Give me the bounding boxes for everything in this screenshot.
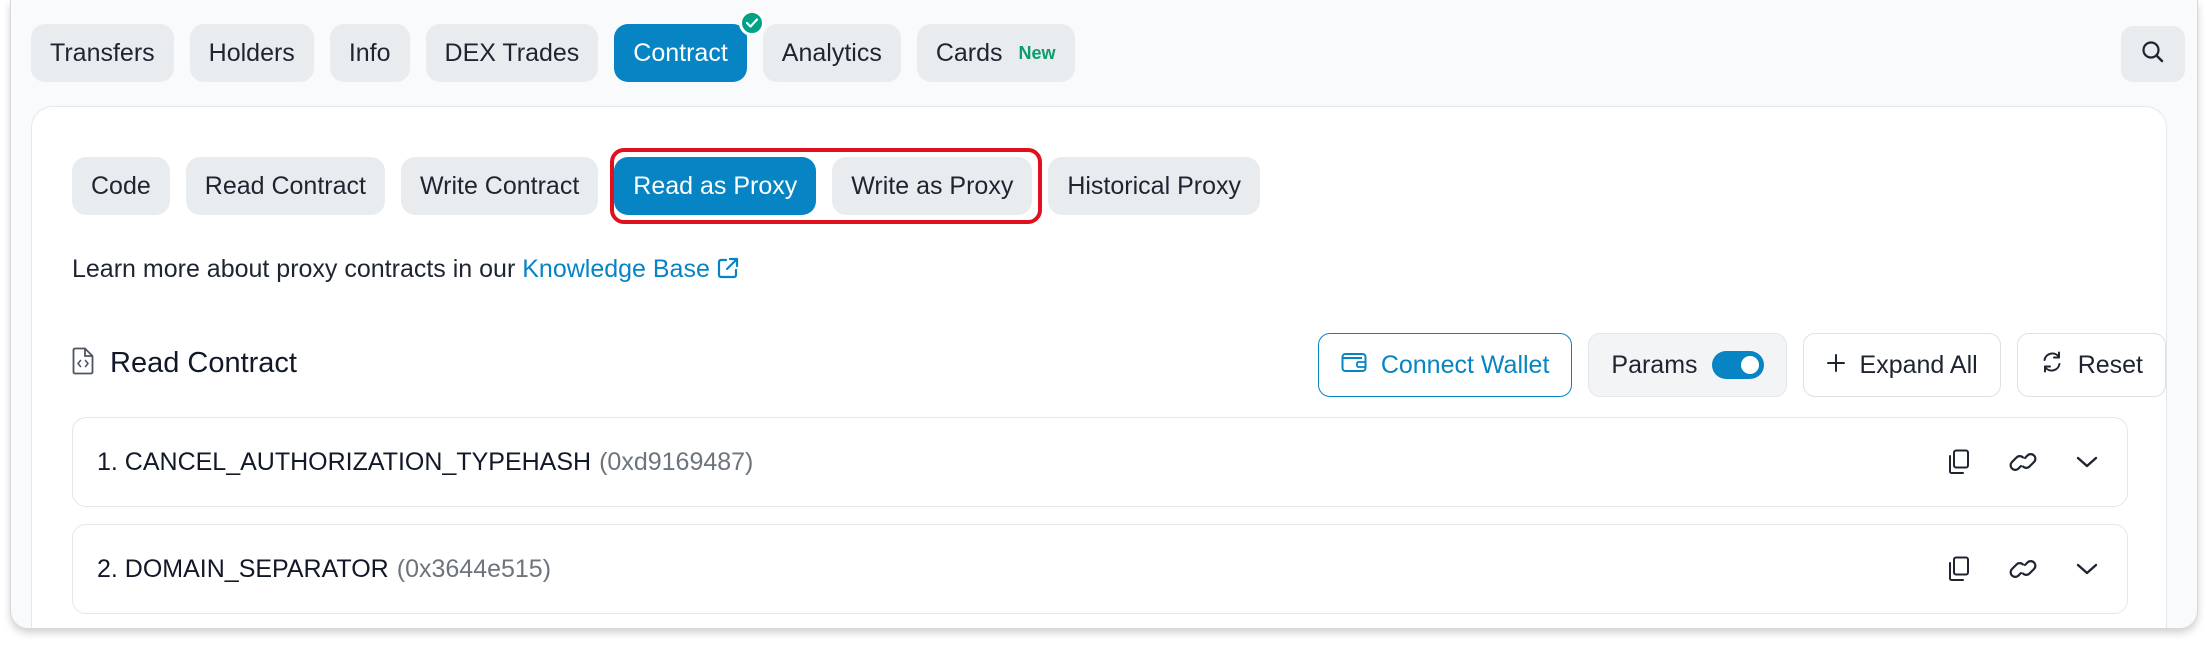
subtab-label: Code: [91, 171, 151, 200]
search-button[interactable]: [2121, 26, 2185, 82]
knowledge-base-label: Knowledge Base: [522, 255, 710, 283]
subtab-write-as-proxy[interactable]: Write as Proxy: [832, 157, 1033, 215]
subtab-read-as-proxy[interactable]: Read as Proxy: [614, 157, 817, 215]
app-frame: Transfers Holders Info DEX Trades Contra…: [10, 0, 2198, 629]
reset-label: Reset: [2077, 350, 2143, 379]
tab-contract[interactable]: Contract: [614, 10, 765, 82]
params-toggle[interactable]: [1711, 351, 1764, 379]
function-name: 1. CANCEL_AUTHORIZATION_TYPEHASH: [97, 447, 592, 476]
function-row[interactable]: 1. CANCEL_AUTHORIZATION_TYPEHASH (0xd916…: [72, 417, 2128, 507]
expand-all-label: Expand All: [1859, 350, 1978, 379]
chevron-down-icon[interactable]: [2071, 553, 2103, 585]
proxy-note-text: Learn more about proxy contracts in our: [72, 255, 523, 283]
function-name: 2. DOMAIN_SEPARATOR: [97, 554, 389, 583]
row-actions: [1943, 446, 2103, 478]
tab-transfers[interactable]: Transfers: [31, 24, 174, 82]
link-icon[interactable]: [2007, 553, 2039, 585]
subtab-read-contract[interactable]: Read Contract: [185, 157, 385, 215]
contract-panel: Code Read Contract Write Contract Read a…: [31, 106, 2167, 628]
function-selector: (0xd9169487): [599, 447, 754, 476]
copy-icon[interactable]: [1943, 553, 1975, 585]
link-icon[interactable]: [2007, 446, 2039, 478]
tab-info[interactable]: Info: [329, 24, 410, 82]
connect-wallet-button[interactable]: Connect Wallet: [1317, 333, 1573, 397]
wallet-icon: [1341, 351, 1367, 380]
section-header: Read Contract: [72, 347, 297, 380]
subtab-code[interactable]: Code: [72, 157, 170, 215]
tab-holders[interactable]: Holders: [189, 24, 314, 82]
proxy-note: Learn more about proxy contracts in our …: [72, 255, 740, 284]
subtab-label: Read as Proxy: [633, 171, 798, 200]
params-toggle-button[interactable]: Params: [1588, 333, 1787, 397]
search-icon: [2140, 39, 2166, 70]
tab-label: Transfers: [50, 38, 155, 67]
toggle-knob: [1740, 356, 1759, 374]
code-file-icon: [72, 347, 94, 380]
function-row[interactable]: 2. DOMAIN_SEPARATOR (0x3644e515): [72, 524, 2128, 614]
subtab-historical-proxy[interactable]: Historical Proxy: [1048, 157, 1260, 215]
subtab-label: Read Contract: [204, 171, 366, 200]
verified-check-icon: [738, 10, 765, 36]
subtab-write-contract[interactable]: Write Contract: [400, 157, 599, 215]
tab-label: Holders: [208, 38, 295, 67]
tab-label: Cards: [935, 38, 1003, 67]
tab-label: Analytics: [781, 38, 882, 67]
tab-analytics[interactable]: Analytics: [762, 24, 901, 82]
subtab-label: Write as Proxy: [851, 171, 1014, 200]
tab-cards[interactable]: Cards New: [916, 24, 1075, 82]
tab-dex-trades[interactable]: DEX Trades: [425, 24, 599, 82]
tab-label: Contract: [633, 38, 728, 67]
connect-wallet-label: Connect Wallet: [1380, 350, 1550, 379]
tab-label: Info: [348, 38, 391, 67]
params-label: Params: [1611, 350, 1698, 379]
subtab-label: Historical Proxy: [1067, 171, 1241, 200]
contract-sub-tabs: Code Read Contract Write Contract Read a…: [72, 157, 1260, 215]
plus-icon: [1826, 351, 1846, 380]
external-link-icon: [717, 257, 738, 279]
refresh-icon: [2040, 350, 2064, 381]
row-actions: [1943, 553, 2103, 585]
reset-button[interactable]: Reset: [2016, 333, 2166, 397]
new-badge: New: [1018, 42, 1056, 63]
chevron-down-icon[interactable]: [2071, 446, 2103, 478]
top-tab-bar: Transfers Holders Info DEX Trades Contra…: [31, 10, 1075, 82]
expand-all-button[interactable]: Expand All: [1802, 333, 2001, 397]
function-selector: (0x3644e515): [396, 554, 552, 583]
action-toolbar: Connect Wallet Params Expand All Reset: [1317, 333, 2166, 397]
tab-label: DEX Trades: [444, 38, 580, 67]
section-title: Read Contract: [110, 347, 297, 379]
subtab-label: Write Contract: [419, 171, 580, 200]
knowledge-base-link[interactable]: Knowledge Base: [522, 255, 740, 283]
copy-icon[interactable]: [1943, 446, 1975, 478]
